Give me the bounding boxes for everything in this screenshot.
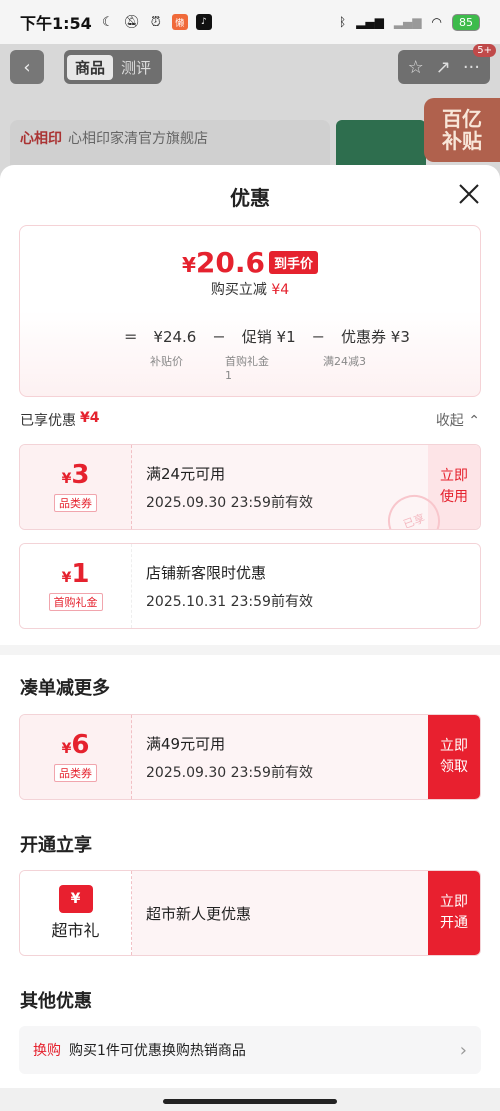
equals-sign: = (124, 327, 138, 346)
star-icon[interactable]: ☆ (408, 57, 424, 78)
minus-sign: − (311, 327, 326, 346)
subsidy-badge-line2: 补贴 (442, 129, 482, 153)
coupon-expiry: 2025.09.30 23:59前有效 (146, 494, 313, 511)
applied-amount: ¥4 (80, 410, 100, 426)
subsidy-label: 补贴价 (150, 355, 183, 368)
exchange-offer-row[interactable]: 换购 购买1件可优惠换购热销商品 › (19, 1026, 481, 1074)
store-logo: 心相印 (20, 131, 62, 147)
claim-coupon-button[interactable]: 立即 领取 (428, 715, 480, 799)
status-time: 下午1:54 (20, 14, 92, 33)
status-left-icons: ☾ 🔕︎ ⏰︎ 懒 ♪ (100, 14, 212, 30)
coupon-value: ¥6 (61, 730, 90, 760)
coupon-type: 品类券 (54, 764, 97, 782)
share-icon[interactable]: ↗ (436, 57, 451, 78)
coupon-value: ¥1 (61, 559, 90, 589)
signal-2-icon: ▂▄▆ (393, 15, 422, 29)
price-summary-card: ¥20.6 到手价 购买立减 ¥4 = ¥24.6 − 促销 ¥1 − 优惠券 … (19, 225, 481, 397)
tab-review[interactable]: 测评 (113, 55, 159, 80)
message-badge: 5+ (473, 44, 496, 57)
coupon-card: ¥6 品类券 满49元可用 2025.09.30 23:59前有效 立即 领取 (19, 714, 481, 800)
more-discount-title: 凑单减更多 (20, 678, 110, 699)
applied-discounts-header: 已享优惠 ¥4 收起 ⌃ (20, 410, 480, 430)
back-button[interactable]: ‹ (10, 50, 44, 84)
subsidy-badge-line1: 百亿 (442, 107, 482, 131)
coupon-condition: 店铺新客限时优惠 (146, 563, 267, 582)
status-bar: 下午1:54 ☾ 🔕︎ ⏰︎ 懒 ♪ ᛒ ▂▄▆ ▂▄▆ ◠ 85 (0, 0, 500, 44)
coupon-card: ¥1 首购礼金 店铺新客限时优惠 2025.10.31 23:59前有效 (19, 543, 481, 629)
top-actions: ☆ ↗ ··· 5+ (397, 44, 496, 84)
chevron-right-icon: › (459, 1039, 467, 1061)
membership-desc: 超市新人更优惠 (146, 904, 252, 923)
close-icon (459, 184, 479, 204)
background-product-page: ‹ 商品 测评 ☆ ↗ ··· 5+ 心相印 心相印家清官方旗舰店 百亿 补贴 (0, 44, 500, 184)
coupon-expiry: 2025.10.31 23:59前有效 (146, 593, 313, 610)
activate-button[interactable]: 立即 开通 (428, 871, 480, 955)
bell-off-icon: 🔕︎ (123, 14, 141, 30)
promo-label-count: 1 (225, 369, 232, 382)
subsidy-price: ¥24.6 (153, 327, 197, 346)
promo-amount: 促销 ¥1 (241, 328, 296, 346)
store-name: 心相印家清官方旗舰店 (68, 131, 208, 147)
status-right-icons: ᛒ ▂▄▆ ▂▄▆ ◠ 85 (338, 13, 480, 31)
battery-icon: 85 (452, 13, 480, 31)
more-icon[interactable]: ··· (463, 57, 480, 78)
ticket-icon: ¥ (58, 885, 93, 913)
tab-product[interactable]: 商品 (67, 54, 114, 80)
moon-icon: ☾ (101, 14, 114, 30)
alarm-icon: ⏰︎ (150, 14, 161, 30)
coupon-value: ¥3 (61, 460, 90, 490)
wifi-icon: ◠ (431, 15, 442, 29)
price-breakdown: = ¥24.6 − 促销 ¥1 − 优惠券 ¥3 (124, 326, 410, 347)
coupon-amount: 优惠券 ¥3 (341, 328, 410, 346)
subsidy-badge: 百亿 补贴 (424, 98, 500, 162)
membership-label: 超市礼 (51, 921, 100, 940)
final-price: ¥20.6 (181, 246, 265, 279)
coupon-label: 满24减3 (323, 355, 366, 368)
close-button[interactable] (458, 183, 480, 205)
collapse-toggle[interactable]: 收起 ⌃ (436, 410, 480, 430)
exchange-tag: 换购 (33, 1043, 61, 1059)
discount-sheet: 优惠 ¥20.6 到手价 购买立减 ¥4 = ¥24.6 − 促销 ¥1 − 优… (0, 165, 500, 1111)
applied-label: 已享优惠 (20, 413, 76, 429)
app-notification-icon: 懒 (171, 14, 188, 30)
sheet-title: 优惠 (230, 186, 270, 210)
membership-card: ¥ 超市礼 超市新人更优惠 立即 开通 (19, 870, 481, 956)
minus-sign: − (212, 327, 226, 346)
exchange-text: 购买1件可优惠换购热销商品 (69, 1043, 246, 1059)
other-discount-title: 其他优惠 (20, 991, 92, 1012)
coupon-card: ¥3 品类券 满24元可用 2025.09.30 23:59前有效 立即 使用 已… (19, 444, 481, 530)
coupon-condition: 满49元可用 (146, 734, 226, 753)
signal-icon: ▂▄▆ (356, 15, 384, 29)
chevron-up-icon: ⌃ (468, 413, 480, 429)
coupon-expiry: 2025.09.30 23:59前有效 (146, 764, 313, 781)
tiktok-icon: ♪ (195, 14, 212, 30)
coupon-condition: 满24元可用 (146, 464, 226, 483)
home-indicator[interactable] (163, 1099, 337, 1104)
promo-label: 首购礼金 (225, 355, 269, 368)
final-price-tag: 到手价 (269, 251, 319, 274)
product-tabs: 商品 测评 (64, 50, 163, 84)
coupon-type: 首购礼金 (48, 593, 103, 611)
bluetooth-icon: ᛒ (338, 15, 347, 29)
section-divider (0, 645, 500, 655)
coupon-type: 品类券 (54, 494, 97, 512)
open-benefit-title: 开通立享 (20, 835, 92, 856)
reduce-summary: 购买立减 ¥4 (210, 282, 290, 298)
